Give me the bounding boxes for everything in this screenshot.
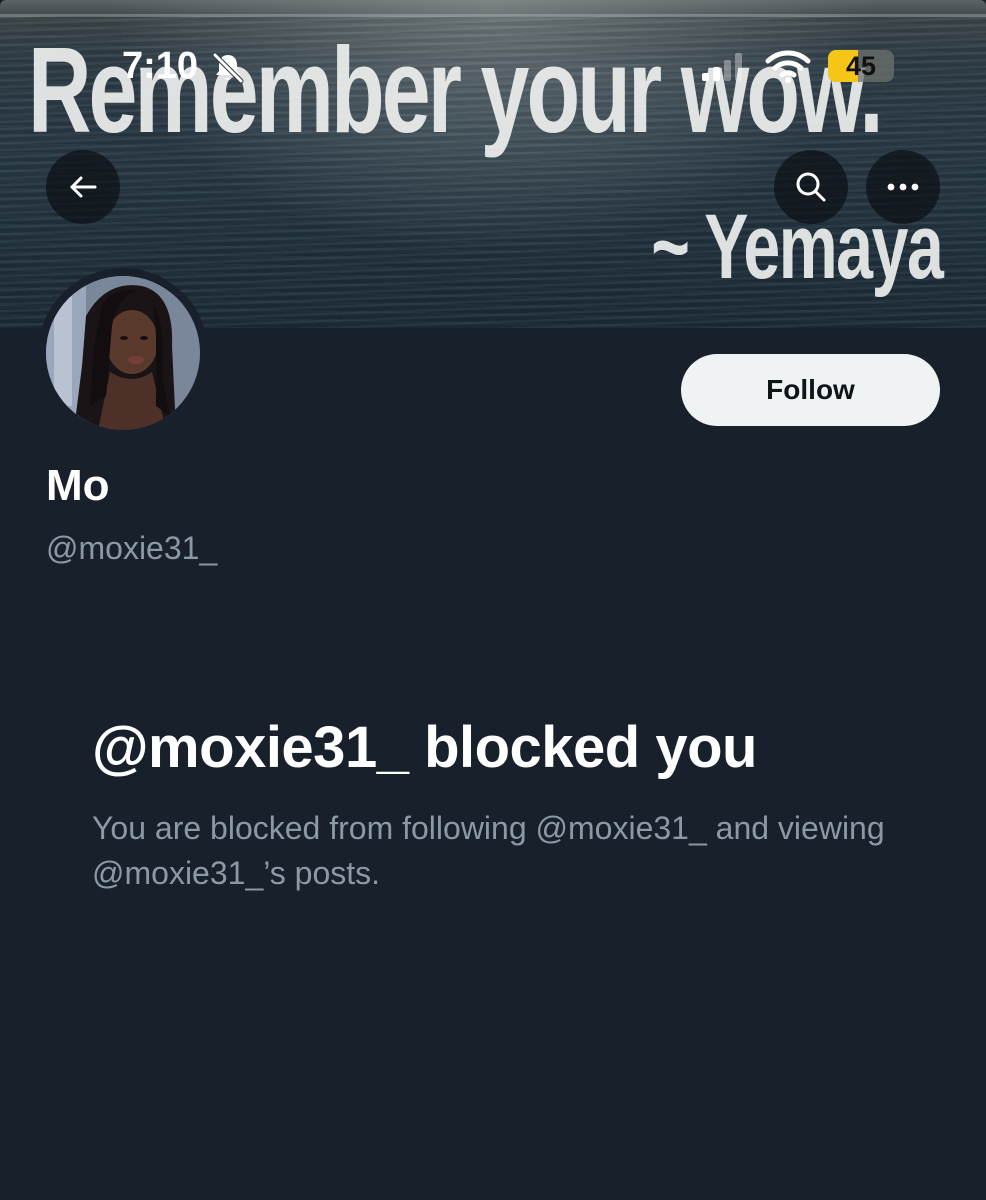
battery-icon: 45 <box>828 50 894 82</box>
avatar[interactable] <box>38 268 208 438</box>
avatar-photo <box>46 276 200 430</box>
status-time: 7:10 <box>122 45 199 87</box>
bell-slash-icon <box>212 52 244 84</box>
status-bar: 7:10 45 <box>0 36 986 96</box>
display-name: Mo <box>46 461 110 510</box>
profile-handle: @moxie31_ <box>46 530 218 566</box>
blocked-title: @moxie31_ blocked you <box>92 715 757 780</box>
more-options-button[interactable] <box>866 150 940 224</box>
follow-button[interactable]: Follow <box>681 354 940 426</box>
signal-icon <box>702 53 742 81</box>
battery-level: 45 <box>845 51 877 81</box>
search-icon <box>796 172 826 202</box>
search-button[interactable] <box>774 150 848 224</box>
back-arrow-icon <box>70 176 97 198</box>
more-icon <box>887 183 919 191</box>
blocked-description: You are blocked from following @moxie31_… <box>92 810 885 891</box>
avatar-portrait-image <box>46 276 200 430</box>
back-button[interactable] <box>46 150 120 224</box>
profile-page: Remember your wow. ~ Yemaya 7:10 45 Foll… <box>0 0 986 1200</box>
wifi-icon <box>765 50 811 83</box>
